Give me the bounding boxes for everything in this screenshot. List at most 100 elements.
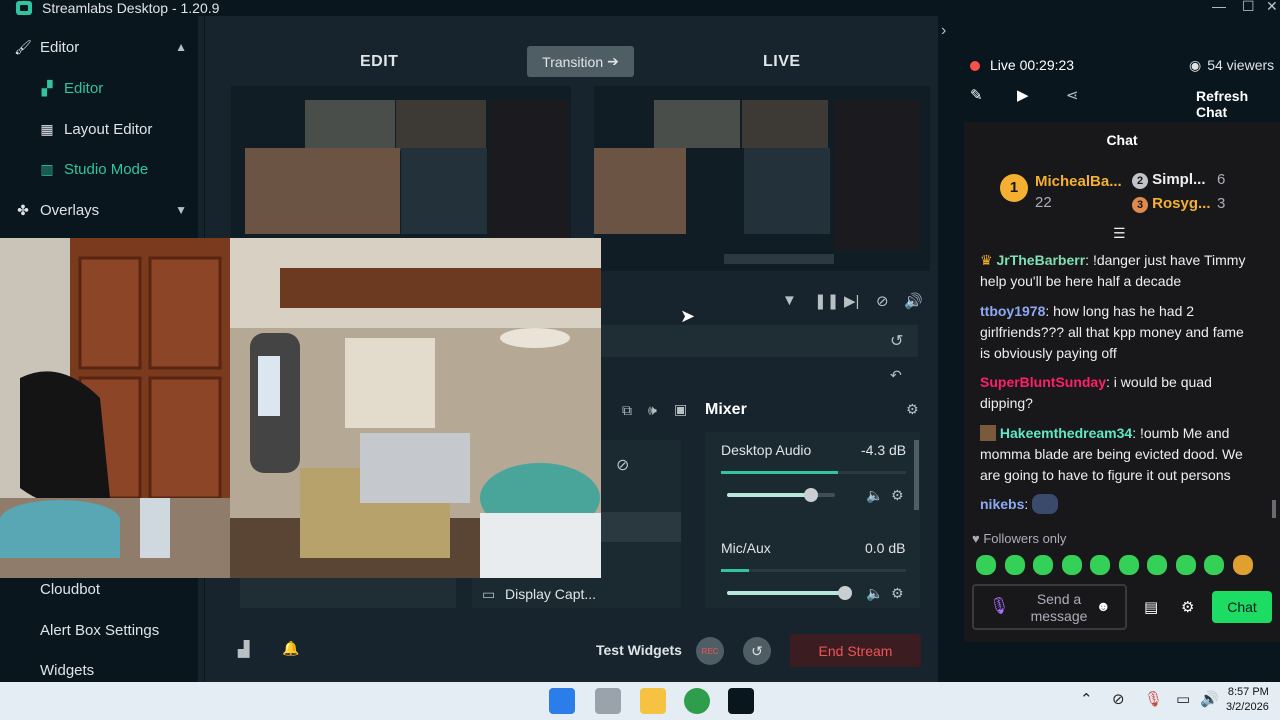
chat-username[interactable]: nikebs [980,496,1024,512]
crown-badge-icon: ♛ [980,252,993,268]
windows-start-icon[interactable] [549,688,575,714]
sidebar-item-editor[interactable]: ▞ Editor [0,68,205,108]
webcam-overlay [0,238,601,578]
mixer-settings-gear-icon[interactable]: ⚙ [906,401,919,418]
emote-icon[interactable] [1147,555,1167,575]
sidebar-section-overlays[interactable]: ✤ Overlays ▼ [0,190,205,230]
speaker-icon[interactable]: 🔈 [866,585,883,602]
microphone-icon[interactable]: 🎙 [989,596,1009,616]
chat-username[interactable]: JrTheBarberr [996,252,1085,268]
emoji-smiley-icon[interactable]: ☻ [1096,598,1111,614]
sidebar-section-editor[interactable]: 🖌 Editor ▲ [0,27,205,67]
channel-settings-gear-icon[interactable]: ⚙ [891,487,904,504]
filter-icon[interactable]: ▼ [782,292,797,309]
brush-icon: 🖌 [14,38,32,55]
emote-icon[interactable] [1204,555,1224,575]
volume-icon[interactable]: 🔊 [904,292,923,310]
emote-icon[interactable] [1090,555,1110,575]
collapse-leaderboard-icon[interactable]: ☰ [1113,225,1126,242]
close-button[interactable]: ✕ [1266,0,1278,15]
channel-settings-gear-icon[interactable]: ⚙ [891,585,904,602]
add-folder-icon[interactable]: ▣ [674,401,687,418]
audio-meter [721,471,906,474]
emote-icon[interactable] [1176,555,1196,575]
sidebar-item-cloudbot[interactable]: Cloudbot [40,581,100,598]
chrome-icon[interactable] [684,688,710,714]
chat-input-placeholder[interactable]: Send a message [1024,591,1094,625]
source-row-selected[interactable] [601,512,681,542]
emote-icon[interactable] [1233,555,1253,575]
pause-icon[interactable]: ❚❚ [814,292,839,310]
clock-time: 8:57 PM [1227,686,1269,698]
emote-icon[interactable] [1062,555,1082,575]
tray-volume-icon[interactable]: 🔊 [1200,690,1219,708]
source-audio-icon[interactable]: 🕪 [648,402,657,419]
record-button[interactable]: REC [696,637,724,665]
collapse-chevron-icon[interactable]: › [941,22,946,40]
end-stream-button[interactable]: End Stream [790,634,921,667]
layout-grid-icon: ▦ [40,120,54,137]
mute-all-icon[interactable]: ⊘ [876,292,889,310]
sidebar-item-studio-mode[interactable]: ▥ Studio Mode [0,149,205,189]
rank-medal: 3 [1132,197,1148,213]
sidebar-item-alert-box-settings[interactable]: Alert Box Settings [40,622,159,639]
stats-icon[interactable]: ▟ [238,640,250,658]
share-icon[interactable]: ⋖ [1066,86,1079,104]
user-avatar [980,425,996,441]
chat-username[interactable]: ttboy1978 [980,303,1045,319]
task-view-icon[interactable] [595,688,621,714]
emote-icon[interactable] [1119,555,1139,575]
emote-icon[interactable] [976,555,996,575]
speaker-icon[interactable]: 🔈 [866,487,883,504]
stream-uptime: 00:29:23 [1019,57,1075,73]
undo-icon[interactable]: ↶ [890,367,902,384]
tray-display-icon[interactable]: ▭ [1176,690,1190,708]
replay-buffer-button[interactable]: ↺ [743,637,771,665]
edit-pencil-icon[interactable]: ✎ [970,86,983,104]
audio-meter [721,569,906,572]
leaderboard-third[interactable]: 3 Rosyg... 3 [1132,195,1225,213]
source-group-icon[interactable]: ⧉ [622,402,632,419]
camera-icon[interactable]: ▶ [1017,86,1029,104]
maximize-button[interactable]: ☐ [1242,0,1255,15]
webcam-image [0,238,601,578]
rank-medal: 2 [1132,173,1148,189]
streamlabs-taskbar-icon[interactable] [728,688,754,714]
skip-icon[interactable]: ▶| [844,292,859,310]
tray-microphone-icon[interactable]: 🎙 [1144,690,1163,708]
refresh-chat-button[interactable]: Refresh Chat [1196,88,1280,120]
mixer-scrollbar[interactable] [914,440,919,510]
network-off-icon[interactable]: ⊘ [1112,690,1125,708]
sidebar-item-layout-editor[interactable]: ▦ Layout Editor [0,109,205,149]
sidebar-item-widgets[interactable]: Widgets [40,662,94,678]
store-icon[interactable]: ▤ [1144,598,1158,616]
leaderboard-first[interactable]: 1 MichealBa... 22 [1000,173,1122,211]
chat-username[interactable]: Hakeemthedream34 [1000,425,1132,441]
live-preview[interactable] [594,86,930,271]
tray-chevron-icon[interactable]: ⌃ [1080,690,1093,708]
visibility-off-icon[interactable]: ⊘ [616,455,629,475]
chat-scrollbar[interactable] [1272,500,1276,518]
followers-only-notice: ♥ Followers only [972,531,1066,546]
test-widgets-button[interactable]: Test Widgets [596,642,682,658]
notifications-bell-icon[interactable]: 🔔 [282,640,299,657]
refresh-icon[interactable]: ↺ [890,331,903,351]
chat-settings-gear-icon[interactable]: ⚙ [1181,598,1194,616]
emote-icon[interactable] [1005,555,1025,575]
transition-button[interactable]: Transition ➔ [527,46,634,77]
emote-icon[interactable] [1033,555,1053,575]
volume-slider[interactable] [727,488,835,502]
leaderboard-name: Simpl... [1152,171,1206,188]
live-dot-icon [970,61,980,71]
chat-send-button[interactable]: Chat [1212,591,1272,623]
file-explorer-icon[interactable] [640,688,666,714]
minimize-button[interactable]: — [1212,0,1226,14]
source-panel-left [240,578,456,608]
rank-medal: 1 [1000,174,1028,202]
volume-slider[interactable] [727,586,852,600]
taskbar-clock[interactable]: 8:57 PM 3/2/2026 [1226,685,1269,715]
viewer-count-label: 54 viewers [1207,57,1275,73]
scene-list[interactable] [600,325,918,357]
leaderboard-second[interactable]: 2 Simpl... 6 [1132,171,1225,189]
chat-username[interactable]: SuperBluntSunday [980,374,1106,390]
